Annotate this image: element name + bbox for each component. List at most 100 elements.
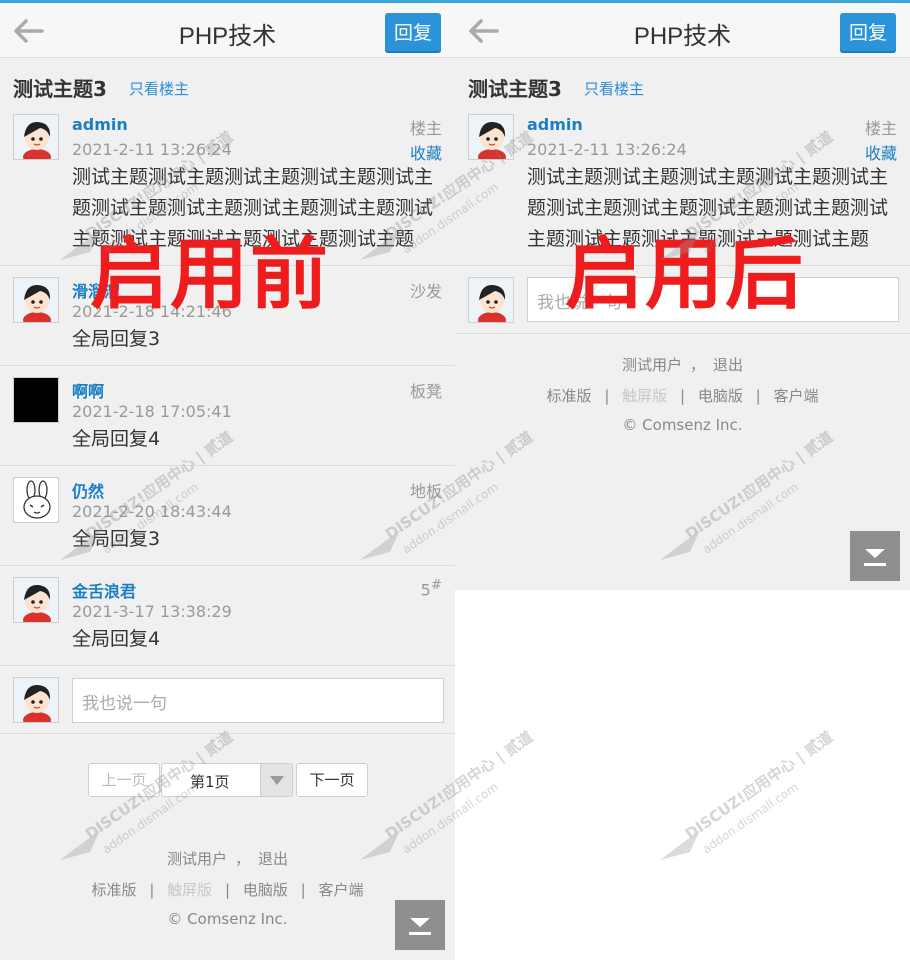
prev-page-button[interactable]: 上一页 xyxy=(88,763,160,797)
separator: | xyxy=(149,881,155,899)
reply-row: 我也说一句 xyxy=(455,266,910,334)
post-time: 2021-2-18 14:21:46 xyxy=(72,302,232,321)
copyright: © Comsenz Inc. xyxy=(622,416,743,434)
floor-label: 沙发 xyxy=(409,282,442,301)
panel-before: PHP技术 回复 测试主题3 只看楼主 admin 2021-2-11 13:2… xyxy=(0,0,455,960)
separator: | xyxy=(224,881,231,899)
avatar xyxy=(13,677,59,723)
boy-avatar-icon xyxy=(469,115,513,159)
separator: | xyxy=(604,387,610,405)
post-item: 滑溜溜 2021-2-18 14:21:46 沙发 全局回复3 xyxy=(0,266,455,366)
post-item: admin 2021-2-11 13:26:24 楼主 收藏 测试主题测试主题测… xyxy=(0,100,455,266)
avatar[interactable] xyxy=(13,577,59,623)
post-author[interactable]: admin xyxy=(527,115,583,134)
reply-button[interactable]: 回复 xyxy=(385,13,441,53)
page-select-label: 第1页 xyxy=(190,773,230,791)
touch-version-link: 触屏版 xyxy=(622,387,668,405)
post-content: 全局回复3 xyxy=(72,328,161,350)
client-link[interactable]: 客户端 xyxy=(773,387,818,405)
avatar[interactable] xyxy=(13,277,59,323)
post-time: 2021-2-18 17:05:41 xyxy=(72,402,232,421)
thread-title: 测试主题3 xyxy=(468,77,562,101)
reply-input[interactable]: 我也说一句 xyxy=(72,678,444,723)
post-author[interactable]: 金舌浪君 xyxy=(72,578,136,602)
post-author[interactable]: admin xyxy=(72,115,128,134)
watermark: DISCUZ!应用中心 | 贰道 addon.dismall.com xyxy=(660,728,860,870)
boy-avatar-icon xyxy=(14,115,58,159)
post-time: 2021-2-20 18:43:44 xyxy=(72,502,232,521)
post-item: 啊啊 2021-2-18 17:05:41 板凳 全局回复4 xyxy=(0,366,455,466)
post-time: 2021-3-17 13:38:29 xyxy=(72,602,232,621)
only-author-link[interactable]: 只看楼主 xyxy=(584,78,644,99)
header-bar: PHP技术 回复 xyxy=(0,0,455,58)
rabbit-avatar-icon xyxy=(14,478,58,522)
logout-link[interactable]: 退出 xyxy=(713,356,743,374)
footer-version-line: 标准版 | 触屏版 | 电脑版 | 客户端 xyxy=(0,879,455,900)
avatar[interactable] xyxy=(13,377,59,423)
avatar[interactable] xyxy=(468,114,514,160)
standard-version-link[interactable]: 标准版 xyxy=(92,881,137,899)
favorite-link[interactable]: 收藏 xyxy=(865,140,897,164)
floor-number: 5 xyxy=(420,580,431,600)
dropdown-arrow-icon xyxy=(260,764,292,796)
separator: | xyxy=(679,387,686,405)
scroll-bottom-button[interactable] xyxy=(395,900,445,950)
floor-label: 地板 xyxy=(409,482,442,501)
floor-hash: # xyxy=(430,578,442,593)
arrow-down-icon xyxy=(864,549,886,566)
pc-version-link[interactable]: 电脑版 xyxy=(243,881,288,899)
copyright: © Comsenz Inc. xyxy=(167,910,288,928)
header-bar: PHP技术 回复 xyxy=(455,0,910,58)
post-content: 全局回复4 xyxy=(72,428,161,450)
post-content: 全局回复3 xyxy=(72,528,161,550)
boy-avatar-icon xyxy=(14,278,58,322)
post-item: admin 2021-2-11 13:26:24 楼主 收藏 测试主题测试主题测… xyxy=(455,100,910,266)
floor-label: 5# xyxy=(421,578,442,599)
footer-username[interactable]: 测试用户 xyxy=(167,850,227,868)
thread-title: 测试主题3 xyxy=(13,77,107,101)
boy-avatar-icon xyxy=(14,678,58,722)
post-time: 2021-2-11 13:26:24 xyxy=(527,140,687,159)
logout-link[interactable]: 退出 xyxy=(258,850,288,868)
reply-input[interactable]: 我也说一句 xyxy=(527,277,899,322)
post-time: 2021-2-11 13:26:24 xyxy=(72,140,232,159)
avatar[interactable] xyxy=(13,114,59,160)
footer-user-line: 测试用户 ， 退出 xyxy=(0,848,455,869)
footer-user-line: 测试用户 ， 退出 xyxy=(455,354,910,375)
post-author[interactable]: 滑溜溜 xyxy=(72,278,120,302)
only-author-link[interactable]: 只看楼主 xyxy=(129,78,189,99)
reply-row: 我也说一句 xyxy=(0,666,455,734)
footer-comma: ， xyxy=(689,356,705,374)
post-author[interactable]: 仍然 xyxy=(72,478,104,502)
watermark-text: DISCUZ!应用中心 | 贰道 xyxy=(682,730,837,844)
footer-username[interactable]: 测试用户 xyxy=(622,356,682,374)
boy-avatar-icon xyxy=(469,278,513,322)
floor-label: 楼主 xyxy=(409,119,442,138)
post-content: 测试主题测试主题测试主题测试主题测试主题测试主题测试主题测试主题测试主题测试主题… xyxy=(527,166,889,250)
page-select[interactable]: 第1页 xyxy=(161,763,293,797)
separator: | xyxy=(300,881,306,899)
post-author[interactable]: 啊啊 xyxy=(72,378,104,402)
next-page-button[interactable]: 下一页 xyxy=(296,763,368,797)
scroll-bottom-button[interactable] xyxy=(850,531,900,581)
post-item: 仍然 2021-2-20 18:43:44 地板 全局回复3 xyxy=(0,466,455,566)
boy-avatar-icon xyxy=(14,578,58,622)
watermark-url: addon.dismall.com xyxy=(700,780,801,857)
touch-version-link: 触屏版 xyxy=(167,881,213,899)
avatar xyxy=(468,277,514,323)
client-link[interactable]: 客户端 xyxy=(318,881,363,899)
reply-button[interactable]: 回复 xyxy=(840,13,896,53)
favorite-link[interactable]: 收藏 xyxy=(410,140,442,164)
footer-comma: ， xyxy=(234,850,250,868)
floor-label: 楼主 xyxy=(864,119,897,138)
post-content: 测试主题测试主题测试主题测试主题测试主题测试主题测试主题测试主题测试主题测试主题… xyxy=(72,166,434,250)
pc-version-link[interactable]: 电脑版 xyxy=(698,387,743,405)
post-item: 金舌浪君 2021-3-17 13:38:29 5# 全局回复4 xyxy=(0,566,455,666)
separator: | xyxy=(755,387,761,405)
avatar[interactable] xyxy=(13,477,59,523)
footer-version-line: 标准版 | 触屏版 | 电脑版 | 客户端 xyxy=(455,385,910,406)
panel-after: PHP技术 回复 测试主题3 只看楼主 admin 2021-2-11 13:2… xyxy=(455,0,910,590)
arrow-down-icon xyxy=(409,918,431,935)
standard-version-link[interactable]: 标准版 xyxy=(547,387,592,405)
post-content: 全局回复4 xyxy=(72,628,161,650)
